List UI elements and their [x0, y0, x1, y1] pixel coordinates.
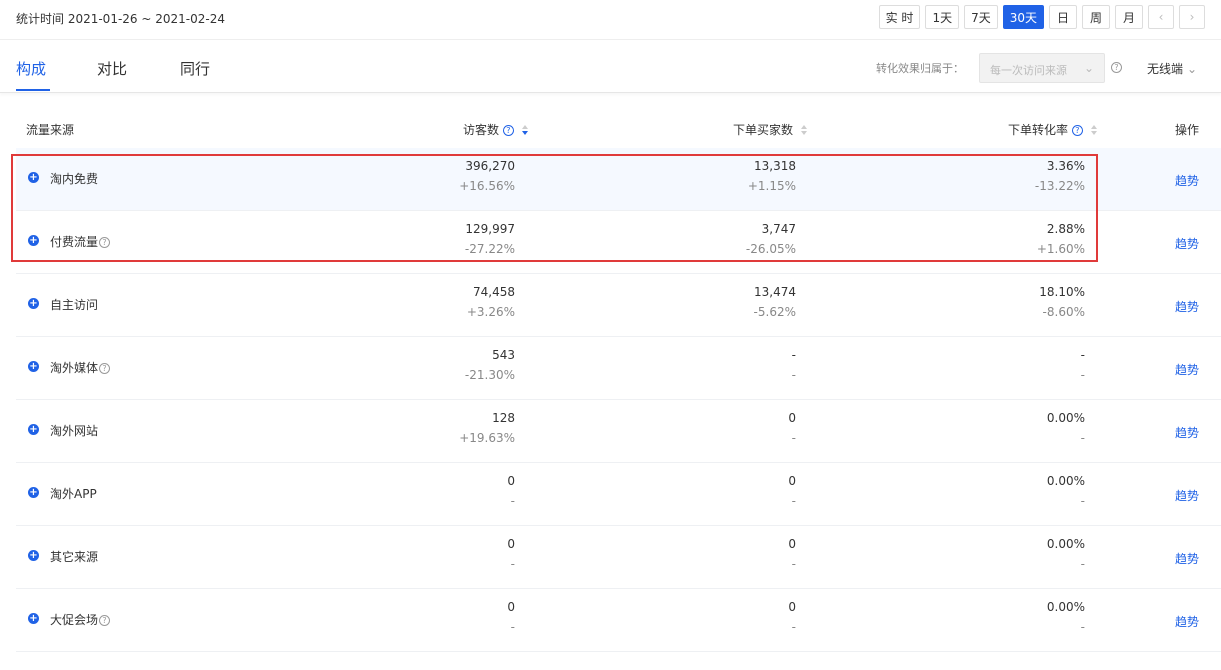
attribution-select[interactable]: 每一次访问来源 ⌄ — [979, 53, 1105, 83]
tab-composition[interactable]: 构成 — [16, 58, 46, 79]
expand-plus-icon[interactable]: + — [28, 172, 39, 183]
header-buyers[interactable]: 下单买家数 — [733, 121, 809, 138]
conversion-cell: 0.00% - — [1046, 600, 1085, 634]
expand-plus-icon[interactable]: + — [28, 487, 39, 498]
buyers-cell: 0- — [788, 474, 796, 508]
sort-icon[interactable] — [521, 124, 530, 137]
visitors-cell: 129,997 -27.22% — [464, 222, 515, 256]
conversion-cell: 0.00% - — [1046, 474, 1085, 508]
table-row: + 付费流量? 129,997 -27.22% 3,747 -26.05% 2.88… — [16, 211, 1221, 274]
help-icon[interactable]: ? — [1111, 62, 1122, 73]
expand-plus-icon[interactable]: + — [28, 298, 39, 309]
source-name: 付费流量? — [50, 233, 111, 250]
trend-link[interactable]: 趋势 — [1175, 361, 1199, 378]
sort-icon[interactable] — [800, 124, 809, 137]
buyers-cell: 13,474 -5.62% — [753, 285, 796, 319]
expand-plus-icon[interactable]: + — [28, 613, 39, 624]
trend-link[interactable]: 趋势 — [1175, 487, 1199, 504]
buyers-cell: 13,318 +1.15% — [747, 159, 796, 193]
table-header: 流量来源 访客数 ? 下单买家数 下单转化率 ? 操作 — [16, 94, 1221, 148]
help-icon[interactable]: ? — [1071, 125, 1083, 136]
source-name: 其它来源 — [50, 550, 99, 564]
chevron-down-icon: ⌄ — [1187, 62, 1198, 76]
buyers-cell: 0- — [788, 537, 796, 571]
help-icon[interactable]: ? — [99, 237, 111, 248]
header-buyers-label: 下单买家数 — [733, 123, 794, 137]
visitors-cell: 0- — [507, 537, 515, 571]
source-name: 淘外媒体? — [50, 359, 111, 376]
conversion-cell: 0.00% - — [1046, 411, 1085, 445]
range-realtime-button[interactable]: 实 时 — [878, 5, 921, 29]
help-icon[interactable]: ? — [502, 125, 514, 136]
table-row: + 大促会场? 0- 0- 0.00% - 趋势 — [16, 589, 1221, 652]
source-name: 淘外网站 — [50, 424, 99, 438]
visitors-cell: 74,458 +3.26% — [466, 285, 515, 319]
chevron-right-icon[interactable]: › — [1179, 5, 1205, 29]
buyers-cell: -- — [791, 348, 796, 382]
expand-plus-icon[interactable]: + — [28, 424, 39, 435]
expand-plus-icon[interactable]: + — [28, 235, 39, 246]
top-bar: 统计时间 2021-01-26 ~ 2021-02-24 实 时 1天 7天 3… — [0, 0, 1221, 40]
table-row: + 淘内免费 396,270 +16.56% 13,318 +1.15% 3.36%… — [16, 148, 1221, 211]
conversion-cell: 2.88% +1.60% — [1036, 222, 1085, 256]
header-source: 流量来源 — [26, 123, 75, 137]
tab-peers[interactable]: 同行 — [180, 58, 210, 79]
source-name: 淘内免费 — [50, 172, 99, 186]
active-tab-indicator — [16, 89, 50, 91]
range-1day-button[interactable]: 1天 — [925, 5, 960, 29]
buyers-cell: 3,747 -26.05% — [745, 222, 796, 256]
trend-link[interactable]: 趋势 — [1175, 424, 1199, 441]
header-conversion-label: 下单转化率 — [1008, 123, 1069, 137]
source-name: 自主访问 — [50, 298, 99, 312]
range-7day-button[interactable]: 7天 — [964, 5, 998, 29]
range-week-button[interactable]: 周 — [1082, 5, 1110, 29]
expand-plus-icon[interactable]: + — [28, 550, 39, 561]
attribution-label: 转化效果归属于： — [876, 62, 964, 75]
visitors-cell: 128 +19.63% — [459, 411, 515, 445]
visitors-cell: 0- — [507, 600, 515, 634]
trend-link[interactable]: 趋势 — [1175, 550, 1199, 567]
trend-link[interactable]: 趋势 — [1175, 235, 1199, 252]
source-name: 淘外APP — [50, 487, 97, 501]
date-range: 统计时间 2021-01-26 ~ 2021-02-24 — [16, 12, 225, 26]
device-select[interactable]: 无线端 ⌄ — [1147, 60, 1197, 77]
trend-link[interactable]: 趋势 — [1175, 298, 1199, 315]
trend-link[interactable]: 趋势 — [1175, 172, 1199, 189]
help-icon[interactable]: ? — [99, 363, 111, 374]
device-select-value: 无线端 — [1147, 62, 1184, 76]
visitors-cell: 543 -21.30% — [464, 348, 515, 382]
conversion-cell: 3.36% -13.22% — [1034, 159, 1085, 193]
conversion-cell: -- — [1080, 348, 1085, 382]
attribution-select-value: 每一次访问来源 — [990, 64, 1067, 77]
table-row: + 其它来源 0- 0- 0.00% - 趋势 — [16, 526, 1221, 589]
conversion-cell: 0.00% - — [1046, 537, 1085, 571]
range-30day-button[interactable]: 30天 — [1002, 5, 1044, 29]
tab-compare[interactable]: 对比 — [97, 58, 127, 79]
expand-plus-icon[interactable]: + — [28, 361, 39, 372]
table-row: + 自主访问 74,458 +3.26% 13,474 -5.62% 18.10% -… — [16, 274, 1221, 337]
chevron-down-icon: ⌄ — [1083, 61, 1094, 75]
source-name: 大促会场? — [50, 611, 111, 628]
header-visitors-label: 访客数 — [463, 123, 500, 137]
table-row: + 淘外媒体? 543 -21.30% -- -- 趋势 — [16, 337, 1221, 400]
buyers-cell: 0- — [788, 600, 796, 634]
visitors-cell: 396,270 +16.56% — [459, 159, 515, 193]
tabs-row: 构成 对比 同行 转化效果归属于： 每一次访问来源 ⌄ ? 无线端 ⌄ — [0, 41, 1221, 93]
header-visitors[interactable]: 访客数 ? — [463, 121, 530, 138]
header-action: 操作 — [1175, 123, 1200, 137]
conversion-cell: 18.10% -8.60% — [1039, 285, 1085, 319]
chevron-left-icon[interactable]: ‹ — [1148, 5, 1174, 29]
range-buttons: 实 时 1天 7天 30天 日 周 月 ‹ › — [878, 5, 1205, 29]
range-day-button[interactable]: 日 — [1049, 5, 1077, 29]
sort-icon[interactable] — [1090, 124, 1099, 137]
help-icon[interactable]: ? — [99, 615, 111, 626]
trend-link[interactable]: 趋势 — [1175, 613, 1199, 630]
table-row: + 淘外网站 128 +19.63% 0- 0.00% - 趋势 — [16, 400, 1221, 463]
range-month-button[interactable]: 月 — [1115, 5, 1143, 29]
header-conversion[interactable]: 下单转化率 ? — [1008, 121, 1099, 138]
visitors-cell: 0- — [507, 474, 515, 508]
table-row: + 淘外APP 0- 0- 0.00% - 趋势 — [16, 463, 1221, 526]
buyers-cell: 0- — [788, 411, 796, 445]
